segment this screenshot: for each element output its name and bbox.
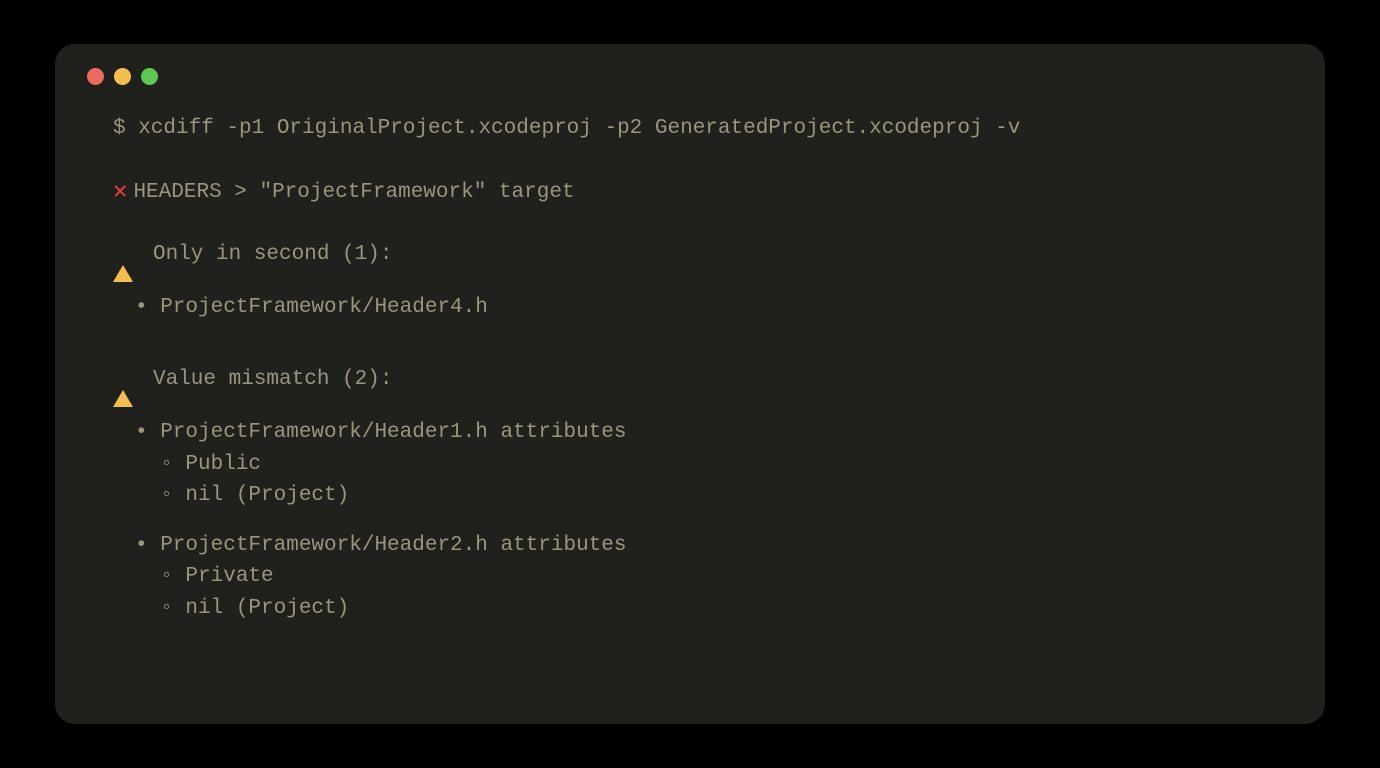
minimize-icon[interactable] [114,68,131,85]
close-icon[interactable] [87,68,104,85]
value-mismatch-header: Value mismatch (2): [113,364,1285,396]
terminal-content: $ xcdiff -p1 OriginalProject.xcodeproj -… [95,113,1285,624]
cross-icon: ✕ [113,175,127,211]
list-item: • ProjectFramework/Header2.h attributes [135,530,1285,562]
maximize-icon[interactable] [141,68,158,85]
only-in-second-title: Only in second (1): [153,239,392,271]
list-item: • ProjectFramework/Header4.h [135,292,1285,324]
terminal-window: $ xcdiff -p1 OriginalProject.xcodeproj -… [55,44,1325,724]
warning-icon [113,363,133,395]
mismatch-group: • ProjectFramework/Header2.h attributes … [135,530,1285,625]
error-section-header: ✕ HEADERS > "ProjectFramework" target [113,175,1285,211]
command-line: $ xcdiff -p1 OriginalProject.xcodeproj -… [113,113,1285,145]
list-sub-item: ◦ nil (Project) [135,480,1285,512]
mismatch-group: • ProjectFramework/Header1.h attributes … [135,417,1285,512]
value-mismatch-list: • ProjectFramework/Header1.h attributes … [135,417,1285,624]
warning-icon [113,238,133,270]
headers-target-title: HEADERS > "ProjectFramework" target [133,177,574,209]
list-sub-item: ◦ Private [135,561,1285,593]
only-in-second-header: Only in second (1): [113,239,1285,271]
list-item: • ProjectFramework/Header1.h attributes [135,417,1285,449]
list-sub-item: ◦ Public [135,449,1285,481]
only-in-second-list: • ProjectFramework/Header4.h [135,292,1285,324]
value-mismatch-title: Value mismatch (2): [153,364,392,396]
traffic-lights [87,68,1285,85]
list-sub-item: ◦ nil (Project) [135,593,1285,625]
